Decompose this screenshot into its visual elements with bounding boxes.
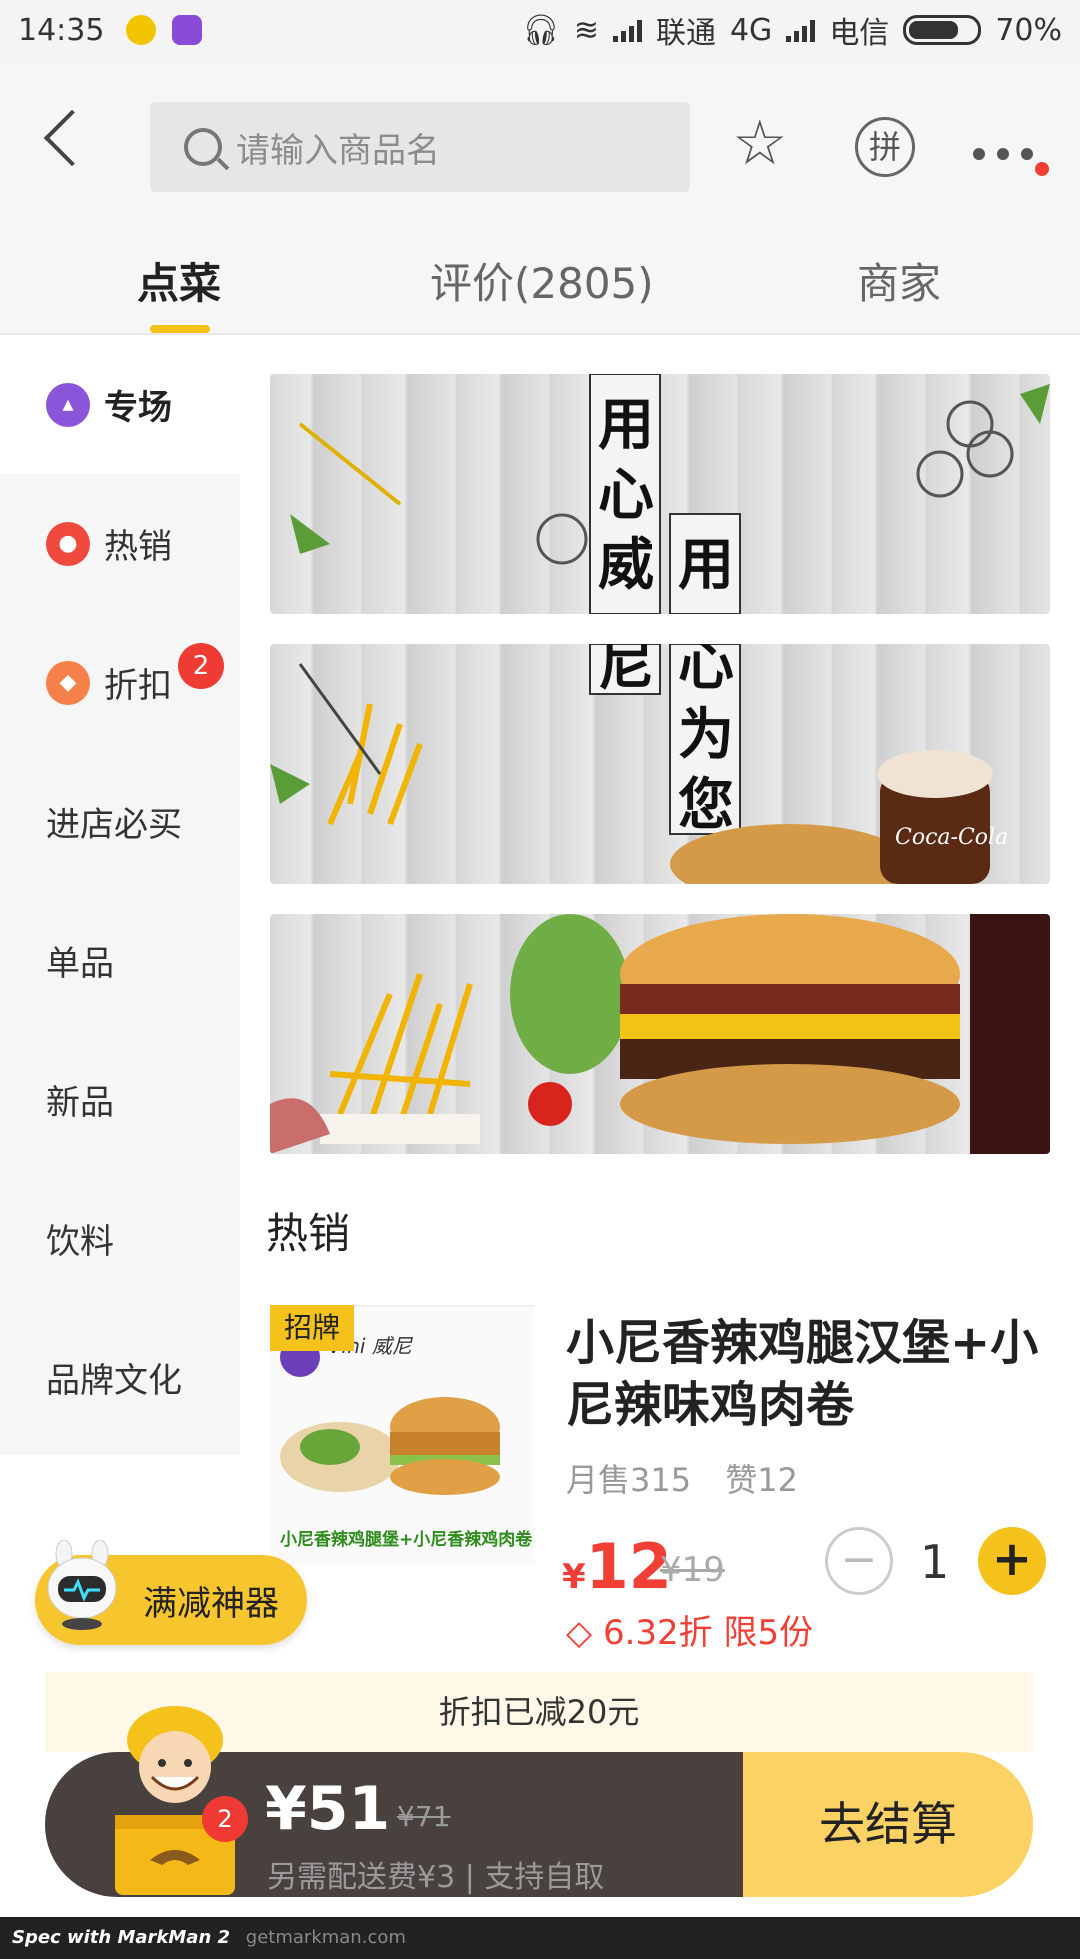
sidebar-item-label: 新品 [46, 1083, 114, 1123]
sidebar-item-label: 品牌文化 [46, 1361, 182, 1401]
sidebar-item-new[interactable]: 新品 [0, 1030, 240, 1169]
sidebar-item-label: 热销 [104, 527, 172, 567]
slogan-2-char3: 为 [678, 703, 734, 768]
search-placeholder: 请输入商品名 [236, 130, 440, 171]
checkout-button[interactable]: 去结算 [743, 1752, 1033, 1897]
sidebar-item-label: 进店必买 [46, 805, 182, 845]
slogan-1-char4: 尼 [598, 644, 654, 698]
message-app-icon [172, 15, 203, 45]
cart-original-total: ¥71 [397, 1800, 451, 1833]
sidebar-item-single[interactable]: 单品 [0, 891, 240, 1030]
cola-logo: Coca-Cola [895, 825, 1008, 850]
banner-art: 用 心 威 用 [290, 374, 1050, 614]
favorite-star-icon[interactable]: ☆ [732, 112, 788, 174]
slogan-2-char1: 用 [678, 533, 734, 598]
product-price: ¥12 [562, 1530, 672, 1603]
sidebar-item-special[interactable]: ▴ 专场 [0, 335, 240, 474]
sidebar-item-label: 专场 [104, 388, 172, 428]
likes-count: 赞12 [725, 1461, 798, 1499]
sidebar-item-brand[interactable]: 品牌文化 [0, 1308, 240, 1447]
search-icon [184, 128, 222, 166]
slogan-2-char4: 您 [678, 773, 734, 838]
slogan-2-char2: 心 [678, 644, 734, 698]
tab-merchant[interactable]: 商家 [857, 250, 941, 311]
sidebar-item-must-buy[interactable]: 进店必买 [0, 752, 240, 891]
decrease-quantity-button[interactable]: − [825, 1527, 893, 1595]
tab-reviews[interactable]: 评价(2805) [430, 250, 654, 311]
wifi-icon: ≋ [573, 12, 599, 48]
banner-art [270, 914, 1050, 1154]
tab-order[interactable]: 点菜 [137, 250, 221, 311]
tag-icon: ◆ [46, 660, 90, 705]
promo-banner-2[interactable]: 尼 心 为 您 Coca-Cola [270, 644, 1050, 884]
carrier-2: 电信 [829, 16, 890, 51]
promo-banner-3[interactable] [270, 914, 1050, 1154]
back-icon[interactable] [43, 109, 101, 167]
more-icon[interactable] [973, 148, 1033, 160]
tab-active-indicator [150, 325, 210, 333]
carrier-1: 联通 [655, 16, 716, 51]
bag-icon: ▴ [46, 382, 90, 427]
manjian-label: 满减神器 [143, 1583, 279, 1624]
flame-icon: ● [46, 521, 90, 566]
discount-tag-icon: ◇ [566, 1613, 593, 1653]
price-currency: ¥ [562, 1557, 586, 1597]
discount-count-badge: 2 [178, 643, 224, 689]
network-type: 4G [729, 12, 773, 48]
sidebar-item-discount[interactable]: ◆ 折扣 2 [0, 613, 240, 752]
status-time: 14:35 [18, 12, 105, 48]
sidebar-item-drinks[interactable]: 饮料 [0, 1169, 240, 1308]
promo-banner-1[interactable]: 用 心 威 用 [270, 374, 1050, 614]
slogan-1-char2: 心 [598, 463, 654, 528]
music-app-icon [126, 15, 157, 45]
signature-tag: 招牌 [270, 1305, 354, 1351]
product-image-caption: 小尼香辣鸡腿堡+小尼香辣鸡肉卷 [280, 1529, 533, 1550]
banner-art: 尼 心 为 您 Coca-Cola [270, 644, 1008, 884]
spec-url: getmarkman.com [245, 1927, 406, 1948]
monthly-sales: 月售315 [566, 1461, 692, 1499]
cart-total: ¥51 [265, 1774, 391, 1844]
tab-bar: 点菜 评价(2805) 商家 [0, 220, 1080, 335]
discount-text: 6.32折 限5份 [602, 1613, 814, 1653]
price-value: 12 [585, 1530, 672, 1603]
delivery-note: 另需配送费¥3 | 支持自取 [267, 1860, 605, 1895]
markman-footer: Spec with MarkMan 2 getmarkman.com [0, 1917, 1080, 1959]
category-sidebar: ▴ 专场 ● 热销 ◆ 折扣 2 进店必买 单品 新品 饮料 品牌文化 [0, 335, 240, 1455]
header: 请输入商品名 ☆ 拼 [0, 60, 1080, 220]
increase-quantity-button[interactable]: + [978, 1527, 1046, 1595]
notification-dot [1035, 162, 1049, 176]
cart-count-badge: 2 [202, 1796, 248, 1842]
original-price: ¥19 [660, 1550, 725, 1590]
section-title-hot: 热销 [266, 1209, 351, 1258]
sidebar-item-hot[interactable]: ● 热销 [0, 474, 240, 613]
product-sales: 月售315 赞12 [566, 1455, 822, 1501]
quantity-value: 1 [920, 1535, 950, 1589]
headphone-icon: 🎧︎ [521, 12, 560, 48]
group-buy-icon[interactable]: 拼 [855, 117, 915, 177]
slogan-1-char1: 用 [598, 393, 654, 458]
product-name: 小尼香辣鸡腿汉堡+小尼辣味鸡肉卷 [566, 1315, 1039, 1433]
spec-text: Spec with MarkMan 2 [12, 1927, 231, 1948]
signal-icon [612, 18, 642, 42]
sidebar-item-label: 饮料 [46, 1222, 114, 1262]
status-indicators: 🎧︎ ≋ 联通 4G 电信 70% [522, 8, 1062, 52]
sidebar-item-label: 折扣 [104, 666, 172, 706]
battery-percent: 70% [995, 12, 1062, 48]
slogan-1-char3: 威 [598, 533, 654, 598]
battery-icon [903, 15, 982, 45]
discount-info: ◇ 6.32折 限5份 [566, 1605, 813, 1654]
robot-mascot-icon [47, 1540, 117, 1630]
sidebar-item-label: 单品 [46, 944, 114, 984]
signal-icon-2 [786, 18, 816, 42]
status-bar: 14:35 🎧︎ ≋ 联通 4G 电信 70% [0, 0, 1080, 60]
search-input[interactable]: 请输入商品名 [150, 102, 690, 192]
